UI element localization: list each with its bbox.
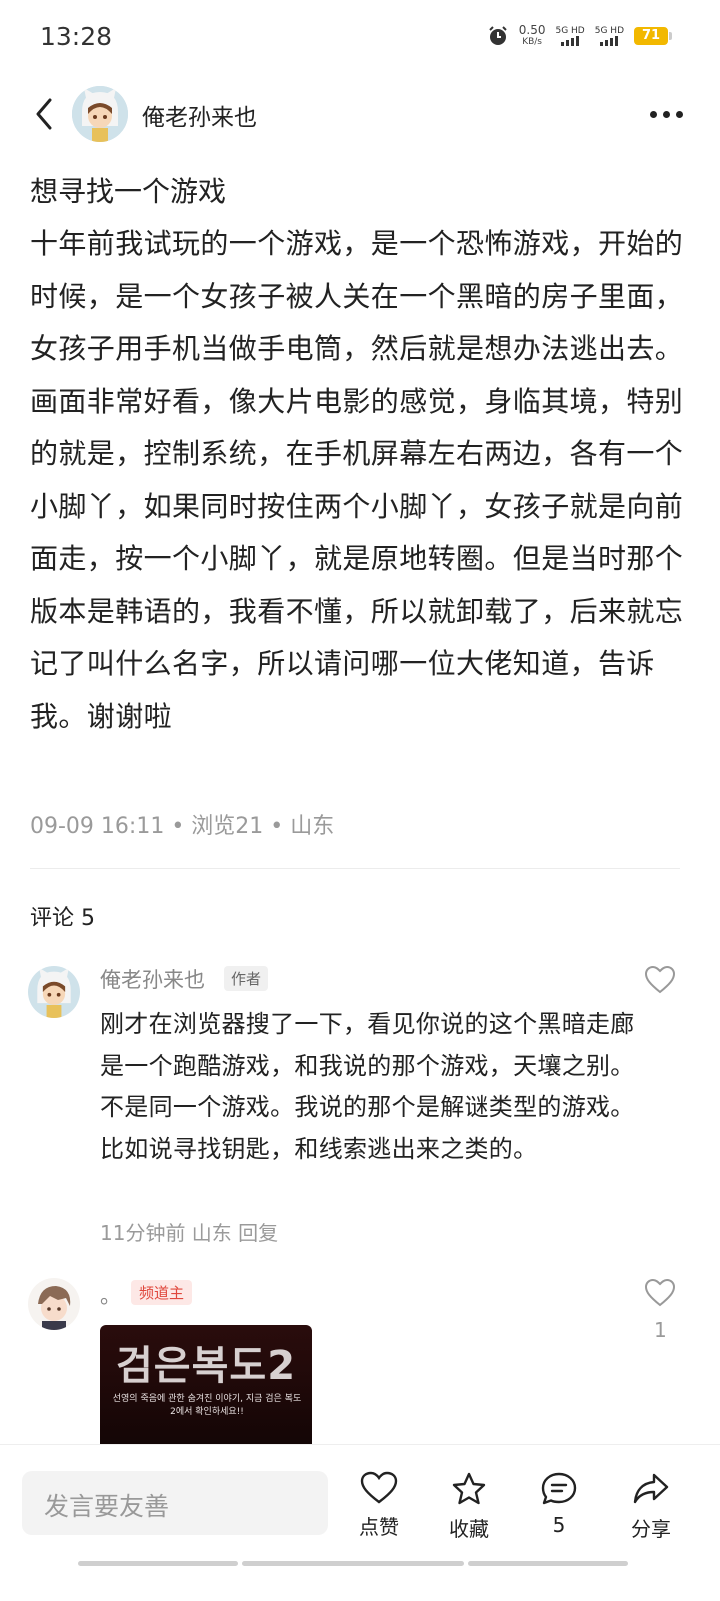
avatar-image <box>28 966 80 1018</box>
comment-button[interactable]: 5 <box>524 1471 594 1537</box>
heart-icon[interactable] <box>644 1278 676 1308</box>
bottom-action-bar: 发言要友善 点赞 收藏 5 分享 <box>0 1444 720 1601</box>
favorite-button[interactable]: 收藏 <box>434 1471 504 1542</box>
post-body: 十年前我试玩的一个游戏，是一个恐怖游戏，开始的时候，是一个女孩子被人关在一个黑暗… <box>30 227 684 733</box>
comment-meta[interactable]: 11分钟前 山东 回复 <box>100 1217 278 1246</box>
status-time: 13:28 <box>40 22 113 51</box>
comment-input-placeholder: 发言要友善 <box>44 1492 170 1521</box>
signal-1-label: 5G HD <box>555 26 585 36</box>
post-header: 俺老孙来也 <box>0 84 720 144</box>
avatar-image <box>72 86 128 142</box>
star-icon <box>452 1472 486 1505</box>
image-title-text: 검은복도2 <box>116 1343 297 1389</box>
author-name[interactable]: 俺老孙来也 <box>142 98 257 132</box>
comment-icon <box>541 1472 577 1505</box>
signal-bars-icon <box>561 36 580 46</box>
nav-gesture-bar <box>78 1561 238 1566</box>
share-label: 分享 <box>631 1517 671 1541</box>
like-button[interactable]: 点赞 <box>344 1471 414 1540</box>
comment-image[interactable]: 검은복도2 선영의 죽음에 관한 숨겨진 이야기, 지금 검은 복도2에서 확인… <box>100 1325 312 1455</box>
comment-count: 5 <box>552 1513 566 1537</box>
avatar-image <box>28 1278 80 1330</box>
signal-2-label: 5G HD <box>594 26 624 36</box>
comment-author-name[interactable]: 。 <box>100 1280 121 1310</box>
status-bar: 13:28 0.50 KB/s 5G HD 5G HD 71 <box>0 0 720 76</box>
signal-bars-icon <box>600 36 619 46</box>
more-icon[interactable] <box>650 100 686 128</box>
nav-gesture-bar <box>468 1561 628 1566</box>
author-tag: 作者 <box>224 966 269 991</box>
image-subtitle-text: 선영의 죽음에 관한 숨겨진 이야기, 지금 검은 복도2에서 확인하세요!! <box>112 1394 302 1417</box>
signal-1: 5G HD <box>555 26 585 46</box>
heart-icon[interactable] <box>644 965 676 995</box>
favorite-label: 收藏 <box>449 1517 489 1541</box>
post-meta: 09-09 16:11 • 浏览21 • 山东 <box>30 814 335 839</box>
channel-owner-tag: 频道主 <box>131 1280 193 1305</box>
comment-avatar[interactable] <box>28 966 80 1018</box>
post-title: 想寻找一个游戏 <box>30 175 227 208</box>
comment-avatar[interactable] <box>28 1278 80 1330</box>
speed-value: 0.50 <box>518 23 546 37</box>
divider <box>30 868 680 869</box>
share-icon <box>633 1473 669 1504</box>
nav-gesture-bar <box>242 1561 464 1566</box>
network-speed: 0.50 KB/s <box>519 24 546 48</box>
post-content: 想寻找一个游戏 十年前我试玩的一个游戏，是一个恐怖游戏，开始的时候，是一个女孩子… <box>30 166 690 743</box>
share-button[interactable]: 分享 <box>616 1471 686 1542</box>
alarm-icon <box>489 26 507 45</box>
heart-icon <box>360 1471 398 1504</box>
comment-input[interactable]: 发言要友善 <box>22 1471 328 1535</box>
battery-icon: 71 <box>634 27 672 45</box>
back-icon[interactable] <box>30 92 62 136</box>
comments-title: 评论 5 <box>30 906 95 931</box>
like-label: 点赞 <box>359 1515 399 1539</box>
like-count: 1 <box>654 1318 667 1342</box>
speed-unit: KB/s <box>522 37 543 47</box>
comment-text: 刚才在浏览器搜了一下，看见你说的这个黑暗走廊是一个跑酷游戏，和我说的那个游戏，天… <box>100 1010 635 1163</box>
signal-2: 5G HD <box>595 26 624 46</box>
status-icons: 0.50 KB/s 5G HD 5G HD 71 <box>487 24 672 48</box>
author-avatar[interactable] <box>72 86 128 142</box>
comment-author-name[interactable]: 俺老孙来也 <box>100 964 205 994</box>
